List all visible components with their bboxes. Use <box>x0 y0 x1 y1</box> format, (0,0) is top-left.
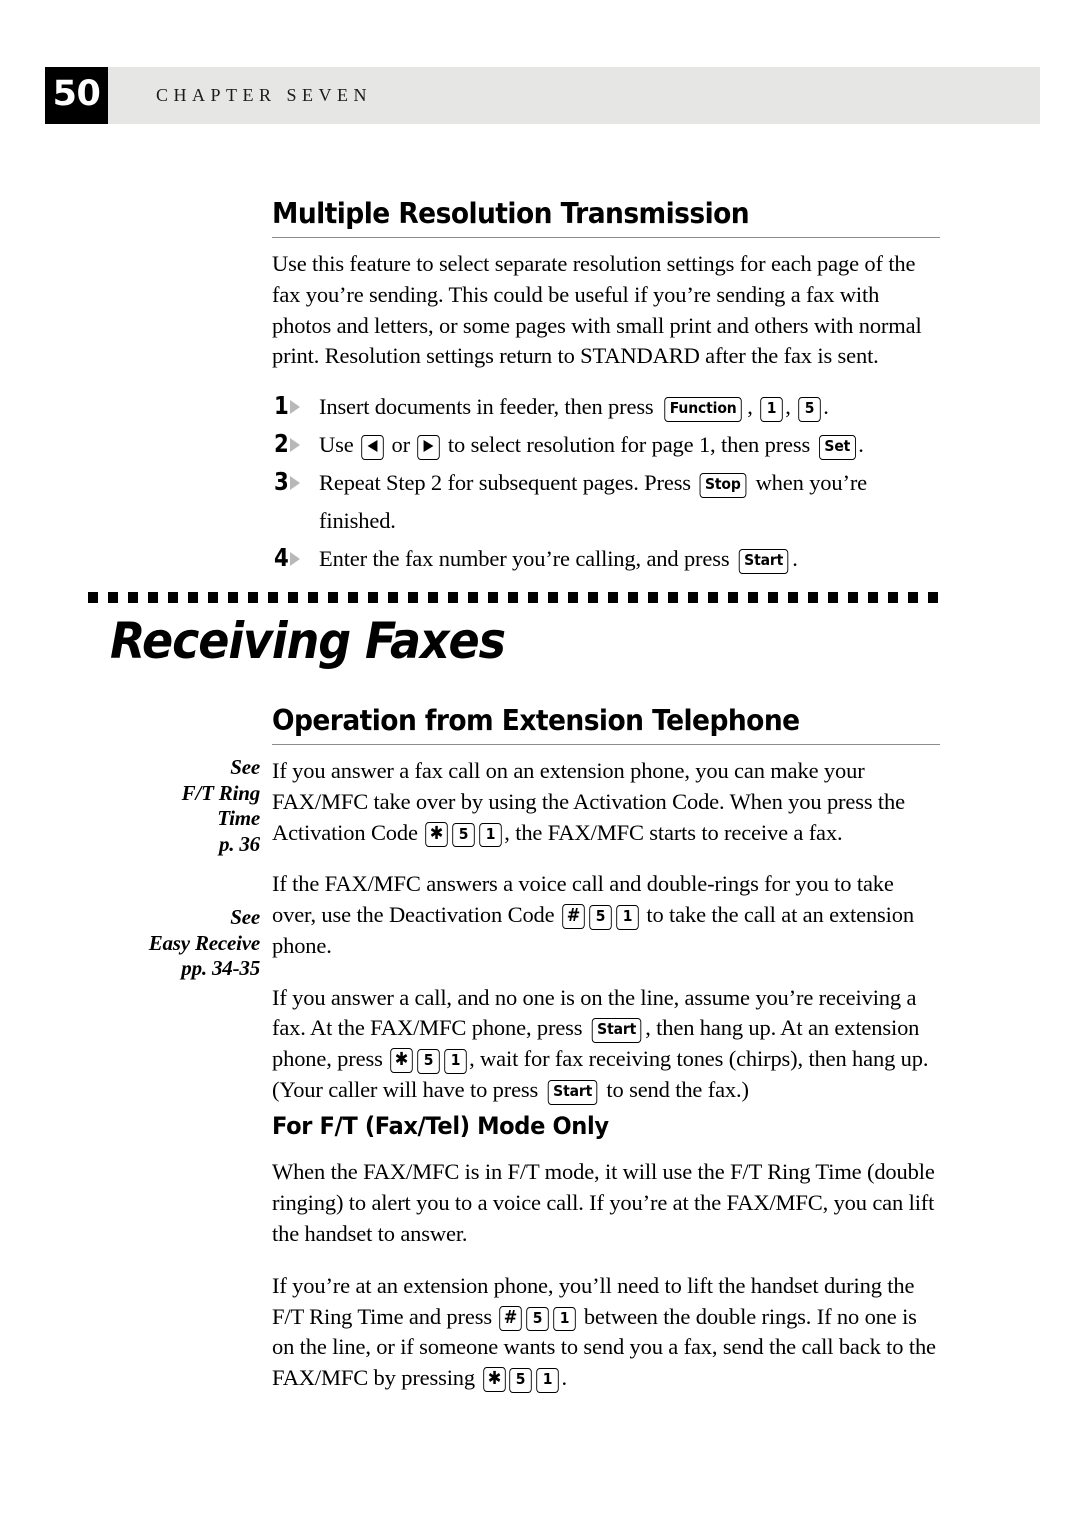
margin-note-line: F/T Ring <box>181 780 261 805</box>
step-item: 1 Insert documents in feeder, then press … <box>272 388 940 426</box>
step-number-marker: 1 <box>272 388 312 426</box>
key-set: Set <box>818 435 856 460</box>
key-stop: Stop <box>699 473 747 498</box>
step-number: 2 <box>274 429 289 459</box>
subsection-title: For F/T (Fax/Tel) Mode Only <box>272 1112 609 1140</box>
triangle-right-icon <box>423 440 434 453</box>
key-arrow-left-icon <box>361 435 384 460</box>
margin-note-line: Time <box>217 806 260 830</box>
step-text: Enter the fax number you’re calling, and… <box>319 546 798 574</box>
key-arrow-right-icon <box>417 435 441 460</box>
margin-note-line: Easy Receive <box>148 930 260 955</box>
dotted-divider <box>88 592 940 603</box>
key-hash-icon: # <box>499 1305 523 1331</box>
section-two-title: Operation from Extension Telephone <box>272 704 800 737</box>
body-paragraph: If the FAX/MFC answers a voice call and … <box>272 871 914 958</box>
key-1: 1 <box>760 397 783 422</box>
step-number: 4 <box>274 543 289 573</box>
intro-paragraph: Use this feature to select separate reso… <box>272 250 922 369</box>
margin-note-line: p. 36 <box>218 831 260 856</box>
key-1: 1 <box>479 822 503 847</box>
margin-note-line: pp. 34-35 <box>181 956 260 980</box>
key-hash-icon: # <box>562 904 585 930</box>
step-list: 1 Insert documents in feeder, then press … <box>272 388 940 578</box>
step-item: 2 Use or to select resolution for page 1,… <box>272 426 940 464</box>
step-text: Use or to select resolution for page 1, … <box>319 432 864 460</box>
step-item: 4 Enter the fax number you’re calling, an… <box>272 540 940 578</box>
key-star-icon: ✱ <box>390 1048 413 1074</box>
body-paragraph: If you answer a call, and no one is on t… <box>272 983 940 1106</box>
page-number-box: 50 <box>45 67 108 124</box>
body-paragraph: When the FAX/MFC is in F/T mode, it will… <box>272 1159 935 1246</box>
triangle-left-icon <box>367 440 378 453</box>
key-5: 5 <box>589 905 612 930</box>
key-1: 1 <box>536 1368 560 1393</box>
step-text: Insert documents in feeder, then press F… <box>319 394 829 422</box>
section-two-paragraphs: If you answer a fax call on an extension… <box>272 756 940 1106</box>
margin-note-line: See <box>230 905 260 929</box>
key-1: 1 <box>444 1049 467 1074</box>
subsection-ft-mode: For F/T (Fax/Tel) Mode Only When the FAX… <box>272 1113 940 1394</box>
margin-note-lines: See Easy Receive pp. 34-35 <box>88 905 260 982</box>
margin-note-easy-receive: See Easy Receive pp. 34-35 <box>88 905 260 982</box>
page-running-head: 50 CHAPTER SEVEN <box>45 67 1040 124</box>
step-arrow-icon <box>290 552 300 567</box>
chapter-label: CHAPTER SEVEN <box>156 85 373 105</box>
step-text: Repeat Step 2 for subsequent pages. Pres… <box>319 470 868 534</box>
key-1: 1 <box>616 905 639 930</box>
step-item: 3 Repeat Step 2 for subsequent pages. Pre… <box>272 464 940 540</box>
key-5: 5 <box>509 1368 533 1393</box>
step-number-marker: 3 <box>272 464 312 502</box>
key-start: Start <box>547 1080 598 1105</box>
section-multiple-resolution: Multiple Resolution Transmission Use thi… <box>272 198 940 578</box>
key-5: 5 <box>526 1306 550 1332</box>
body-paragraph: If you’re at an extension phone, you’ll … <box>272 1271 940 1394</box>
key-5: 5 <box>452 822 476 847</box>
key-5: 5 <box>417 1049 440 1074</box>
step-arrow-icon <box>290 476 300 491</box>
key-function: Function <box>664 397 742 422</box>
margin-note-ft-ring-time: See F/T Ring Time p. 36 <box>88 755 261 857</box>
key-star-icon: ✱ <box>482 1367 506 1393</box>
step-number-marker: 4 <box>272 540 312 578</box>
margin-note-lines: See F/T Ring Time p. 36 <box>88 755 261 857</box>
section-two-rule <box>272 743 940 745</box>
key-start: Start <box>591 1018 642 1043</box>
key-start: Start <box>738 549 789 574</box>
step-arrow-icon <box>290 438 300 453</box>
title-rule <box>272 236 940 238</box>
page-title: Multiple Resolution Transmission <box>272 197 750 230</box>
subsection-paragraphs: When the FAX/MFC is in F/T mode, it will… <box>272 1157 940 1394</box>
step-arrow-icon <box>290 400 300 415</box>
part-heading-block: Receiving Faxes <box>88 592 940 668</box>
key-5: 5 <box>798 397 821 422</box>
margin-note-line: See <box>230 755 260 779</box>
section-operation-extension: Operation from Extension Telephone If yo… <box>272 705 940 1106</box>
body-paragraph: If you answer a fax call on an extension… <box>272 756 940 848</box>
key-star-icon: ✱ <box>425 821 449 847</box>
step-number: 1 <box>274 391 289 421</box>
key-1: 1 <box>553 1306 577 1332</box>
part-title: Receiving Faxes <box>110 612 506 670</box>
step-number-marker: 2 <box>272 426 312 464</box>
step-number: 3 <box>274 467 289 497</box>
